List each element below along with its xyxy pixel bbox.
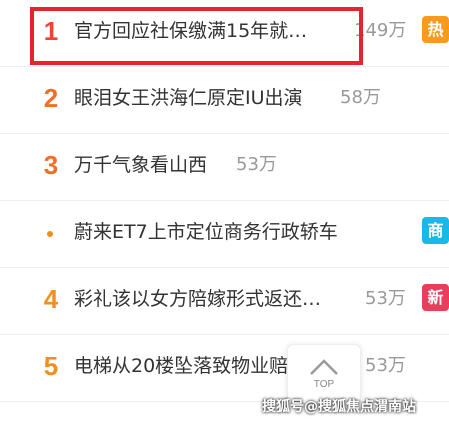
- rank-number: 4: [43, 284, 59, 314]
- hot-search-title[interactable]: 彩礼该以女方陪嫁形式返还…: [74, 286, 321, 312]
- bullet-dot-icon: [47, 231, 53, 237]
- back-to-top-button[interactable]: TOP: [287, 344, 361, 404]
- rank-number: 5: [43, 351, 59, 381]
- hot-search-item-promoted[interactable]: 蔚来ET7上市定位商务行政轿车 商: [0, 201, 449, 268]
- hot-search-item-2[interactable]: 2 眼泪女王洪海仁原定IU出演 58万: [0, 67, 449, 134]
- hot-search-title[interactable]: 眼泪女王洪海仁原定IU出演: [74, 85, 303, 111]
- hot-search-title[interactable]: 万千气象看山西: [74, 152, 207, 178]
- rank-number: 2: [43, 83, 59, 113]
- chevron-up-icon: [310, 359, 338, 375]
- business-badge: 商: [422, 217, 449, 244]
- heat-count: 53万: [236, 154, 277, 175]
- hot-badge: 热: [422, 16, 449, 43]
- new-badge: 新: [422, 284, 449, 311]
- hot-search-item-4[interactable]: 4 彩礼该以女方陪嫁形式返还… 53万 新: [0, 268, 449, 335]
- heat-count: 53万: [365, 288, 406, 309]
- hot-search-item-5[interactable]: 5 电梯从20楼坠落致物业赔 53万: [0, 335, 449, 402]
- hot-search-title[interactable]: 电梯从20楼坠落致物业赔: [74, 353, 288, 379]
- source-watermark: 搜狐号@搜狐焦点渭南站: [262, 399, 416, 415]
- hot-search-item-3[interactable]: 3 万千气象看山西 53万: [0, 134, 449, 201]
- back-to-top-label: TOP: [313, 379, 335, 390]
- hot-search-title[interactable]: 蔚来ET7上市定位商务行政轿车: [74, 219, 338, 245]
- highlight-annotation-box: [30, 7, 363, 65]
- heat-count: 53万: [365, 355, 406, 376]
- heat-count: 58万: [340, 87, 381, 108]
- rank-number: 3: [43, 150, 59, 180]
